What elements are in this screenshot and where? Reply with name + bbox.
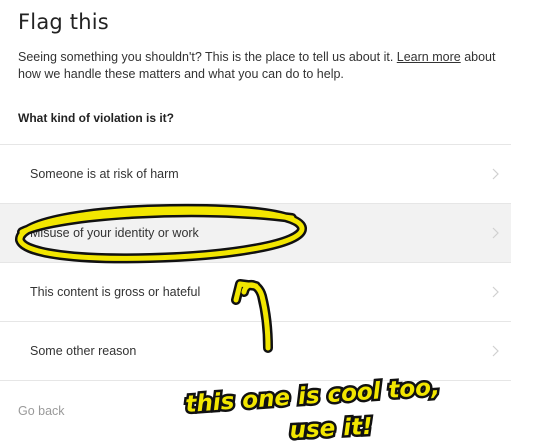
page-title: Flag this (18, 10, 109, 34)
option-risk-of-harm[interactable]: Someone is at risk of harm (0, 145, 511, 204)
note-line-2: use it! (289, 414, 373, 444)
option-label: Someone is at risk of harm (30, 167, 179, 181)
intro-text-lead: Seeing something you shouldn't? This is … (18, 50, 397, 64)
chevron-right-icon (492, 345, 499, 357)
chevron-right-icon (492, 168, 499, 180)
option-label: Misuse of your identity or work (30, 226, 199, 240)
option-label: Some other reason (30, 344, 137, 358)
option-gross-hateful[interactable]: This content is gross or hateful (0, 263, 511, 322)
option-other-reason[interactable]: Some other reason (0, 322, 511, 381)
handwritten-note: this one is cool too, use it! (182, 372, 443, 444)
chevron-right-icon (492, 286, 499, 298)
intro-text: Seeing something you shouldn't? This is … (18, 49, 518, 83)
violation-options-list: Someone is at risk of harm Misuse of you… (0, 144, 511, 381)
option-label: This content is gross or hateful (30, 285, 201, 299)
go-back-link[interactable]: Go back (18, 404, 65, 418)
option-identity-misuse[interactable]: Misuse of your identity or work (0, 204, 511, 263)
chevron-right-icon (492, 227, 499, 239)
learn-more-link[interactable]: Learn more (397, 50, 461, 64)
violation-question: What kind of violation is it? (18, 111, 174, 125)
